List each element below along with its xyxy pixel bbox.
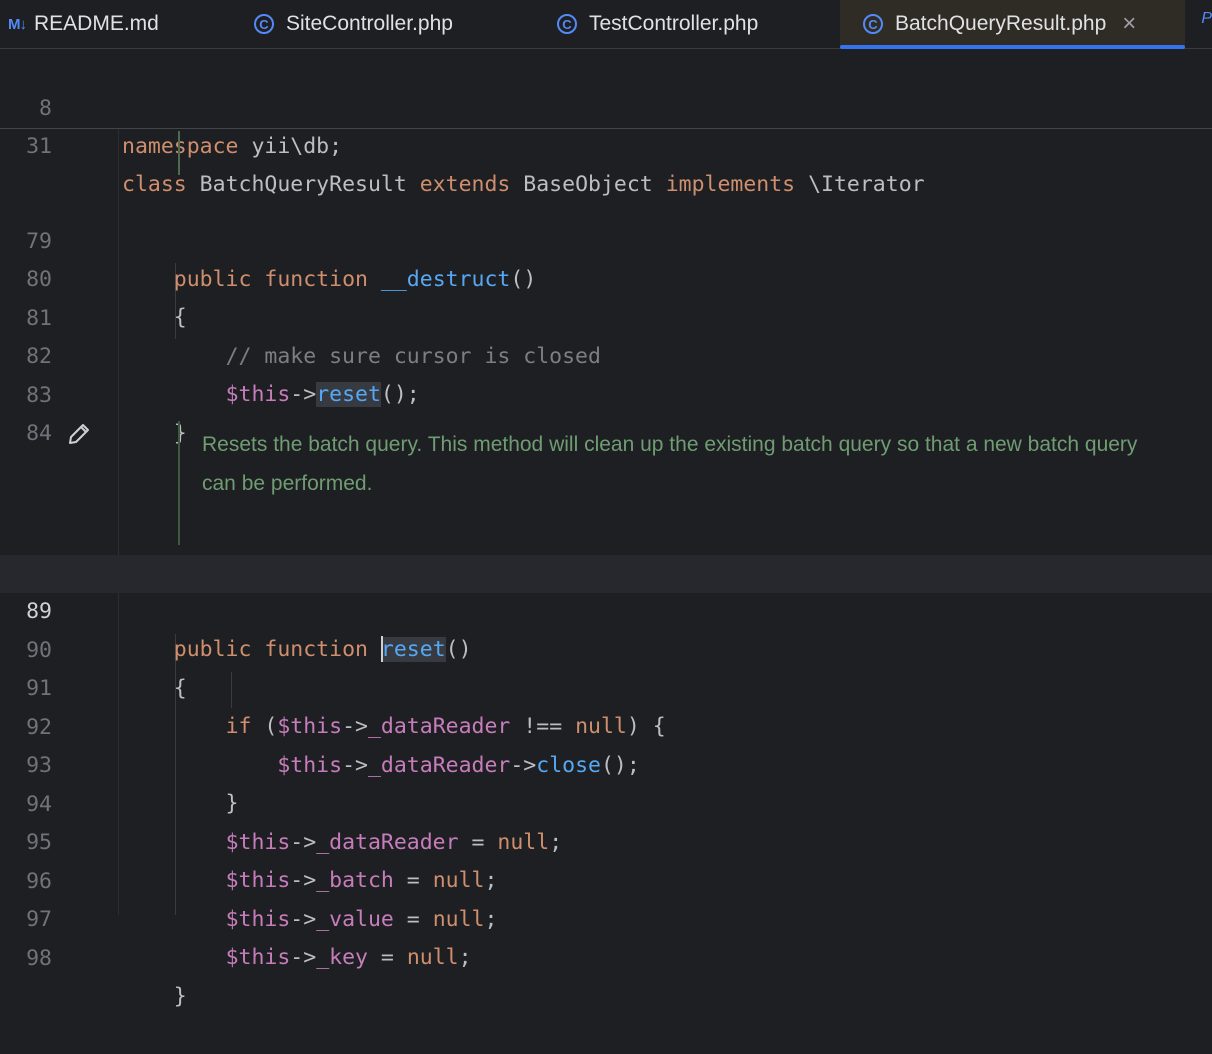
code-line[interactable]: 95 $this->_batch = null;	[0, 786, 1212, 893]
sticky-line-class[interactable]: 31 class BatchQueryResult extends BaseOb…	[0, 90, 1212, 197]
editor-tab-bar: M↓ README.md C SiteController.php C Test…	[0, 0, 1212, 49]
tab-label: SiteController.php	[286, 12, 453, 35]
doc-comment-text: Resets the batch query. This method will…	[202, 425, 1212, 503]
php-class-icon: C	[863, 14, 883, 34]
change-marker	[178, 131, 180, 175]
line-number: 98	[26, 946, 52, 971]
tab-label: TestController.php	[589, 12, 759, 35]
php-class-icon: C	[254, 14, 274, 34]
line-number: 84	[26, 421, 52, 446]
sticky-scroll-header[interactable]: 8 namespace yii\db; 31 class BatchQueryR…	[0, 49, 1212, 197]
code-text: namespace yii\db;	[122, 134, 343, 159]
code-line[interactable]: 94 $this->_dataReader = null;	[0, 748, 1212, 855]
code-line[interactable]: 79 public function __destruct()	[0, 185, 1212, 292]
tab-batchqueryresult[interactable]: C BatchQueryResult.php ×	[840, 0, 1185, 49]
tab-label: BatchQueryResult.php	[895, 12, 1107, 35]
code-line[interactable]: 80 {	[0, 223, 1212, 330]
php-class-icon: C	[557, 14, 577, 34]
tab-label: README.md	[34, 12, 159, 35]
tab-readme[interactable]: M↓ README.md	[8, 0, 159, 48]
code-text: $this->_key = null;	[225, 945, 472, 970]
code-line[interactable]: 92 $this->_dataReader->close();	[0, 671, 1212, 778]
code-line-current[interactable]: 89 public function reset()	[0, 555, 1212, 662]
sticky-line-namespace[interactable]: 8 namespace yii\db;	[0, 52, 1212, 159]
code-line[interactable]: 83 }	[0, 339, 1212, 446]
code-line[interactable]: 98 }	[0, 902, 1212, 1009]
code-line[interactable]: 84	[0, 377, 1212, 446]
tab-testcontroller[interactable]: C TestController.php	[557, 0, 758, 48]
edit-doc-pencil-icon[interactable]	[66, 421, 92, 447]
code-text: }	[122, 984, 187, 1009]
code-line[interactable]: 82 $this->reset();	[0, 300, 1212, 407]
code-editor[interactable]: 8 namespace yii\db; 31 class BatchQueryR…	[0, 49, 1212, 1009]
code-line[interactable]: 93 }	[0, 709, 1212, 816]
markdown-icon: M↓	[8, 15, 27, 33]
code-line[interactable]: 90 {	[0, 594, 1212, 701]
rendered-doc-comment[interactable]: Resets the batch query. This method will…	[178, 421, 1212, 545]
tab-sitecontroller[interactable]: C SiteController.php	[254, 0, 453, 48]
tab-overflow-icon[interactable]: P	[1201, 10, 1212, 28]
close-tab-icon[interactable]: ×	[1122, 12, 1136, 36]
line-number: 31	[26, 134, 52, 159]
doc-comment-line: can be performed.	[202, 472, 373, 495]
code-line[interactable]: 91 if ($this->_dataReader !== null) {	[0, 632, 1212, 739]
code-line[interactable]: 97 $this->_key = null;	[0, 863, 1212, 970]
code-line[interactable]: 81 // make sure cursor is closed	[0, 262, 1212, 369]
code-line[interactable]: 96 $this->_value = null;	[0, 825, 1212, 932]
doc-comment-line: Resets the batch query. This method will…	[202, 433, 1138, 456]
